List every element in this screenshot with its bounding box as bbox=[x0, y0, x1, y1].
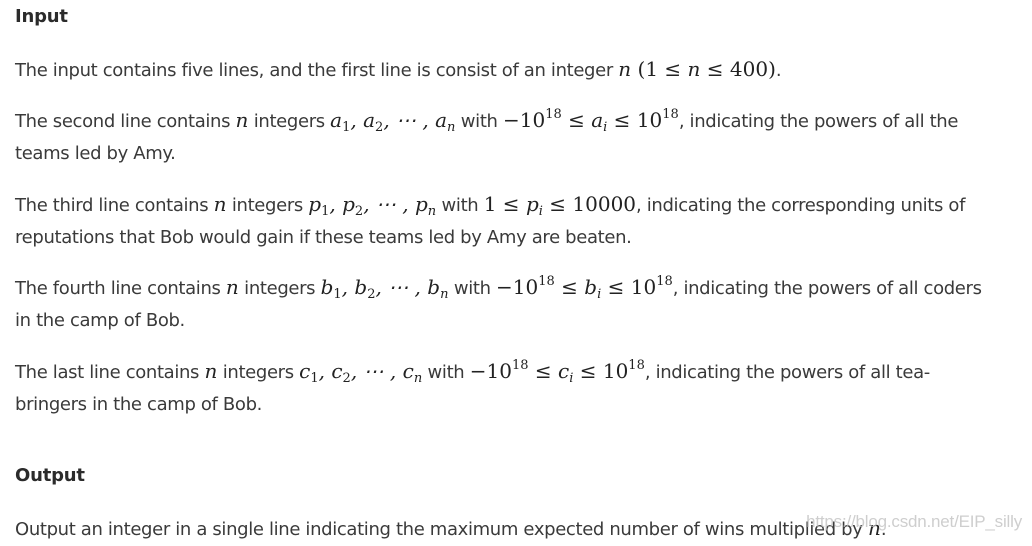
math-var-n: n bbox=[213, 192, 227, 216]
text: The second line contains bbox=[15, 111, 236, 132]
text: with bbox=[436, 195, 484, 216]
math-var-n: n bbox=[618, 57, 632, 81]
paragraph-line: The last line contains n integers c1, c2… bbox=[15, 355, 930, 388]
math-sequence: c1, c2, ⋯ , cn bbox=[299, 359, 423, 386]
paragraph-line: The fourth line contains n integers b1, … bbox=[15, 271, 982, 304]
text: , indicating the powers of all tea- bbox=[644, 362, 930, 383]
paragraph-line: bringers in the camp of Bob. bbox=[15, 394, 263, 415]
math-sequence: a1, a2, ⋯ , an bbox=[330, 108, 456, 135]
input-paragraph-1: The input contains five lines, and the f… bbox=[15, 53, 782, 86]
math-bound: 1 ≤ pi ≤ 10000 bbox=[483, 192, 637, 219]
text: with bbox=[448, 278, 497, 299]
math-sequence: p1, p2, ⋯ , pn bbox=[308, 192, 437, 219]
text: , indicating the corresponding units of bbox=[636, 195, 966, 216]
text: integers bbox=[238, 278, 321, 299]
text: . bbox=[775, 60, 782, 81]
paragraph-line: The third line contains n integers p1, p… bbox=[15, 188, 965, 221]
text: with bbox=[455, 111, 503, 132]
watermark: https://blog.csdn.net/EIP_silly bbox=[806, 512, 1022, 531]
text: integers bbox=[226, 195, 309, 216]
text: Output an integer in a single line indic… bbox=[15, 519, 868, 540]
output-heading: Output bbox=[15, 465, 85, 486]
paragraph-line: teams led by Amy. bbox=[15, 143, 176, 164]
text: The fourth line contains bbox=[15, 278, 226, 299]
input-heading: Input bbox=[15, 6, 68, 27]
math-bound: −1018 ≤ ci ≤ 1018 bbox=[469, 358, 645, 386]
text: , indicating the powers of all the bbox=[678, 111, 959, 132]
paragraph-line: The input contains five lines, and the f… bbox=[15, 53, 782, 86]
math-var-n: n bbox=[225, 275, 239, 299]
input-paragraph-2: The second line contains n integers a1, … bbox=[15, 104, 958, 170]
text: integers bbox=[248, 111, 331, 132]
math-bound: −1018 ≤ bi ≤ 1018 bbox=[496, 274, 673, 302]
text: , indicating the powers of all coders bbox=[672, 278, 982, 299]
math-var-n: n bbox=[687, 57, 701, 81]
text: The input contains five lines, and the f… bbox=[15, 60, 619, 81]
input-paragraph-5: The last line contains n integers c1, c2… bbox=[15, 355, 930, 421]
math-sequence: b1, b2, ⋯ , bn bbox=[320, 275, 449, 302]
paragraph-line: Output an integer in a single line indic… bbox=[15, 512, 887, 545]
text: with bbox=[422, 362, 470, 383]
text: integers bbox=[217, 362, 300, 383]
math-var-n: n bbox=[204, 359, 218, 383]
math-close: ≤ 400) bbox=[700, 57, 776, 81]
paragraph-line: in the camp of Bob. bbox=[15, 310, 185, 331]
math-open: (1 ≤ bbox=[631, 57, 688, 81]
math-var-n: n bbox=[235, 108, 249, 132]
output-paragraph: Output an integer in a single line indic… bbox=[15, 512, 887, 545]
paragraph-line: reputations that Bob would gain if these… bbox=[15, 227, 632, 248]
input-paragraph-3: The third line contains n integers p1, p… bbox=[15, 188, 965, 254]
text: The third line contains bbox=[15, 195, 214, 216]
math-bound: −1018 ≤ ai ≤ 1018 bbox=[502, 107, 679, 135]
input-paragraph-4: The fourth line contains n integers b1, … bbox=[15, 271, 982, 337]
paragraph-line: The second line contains n integers a1, … bbox=[15, 104, 958, 137]
text: The last line contains bbox=[15, 362, 205, 383]
